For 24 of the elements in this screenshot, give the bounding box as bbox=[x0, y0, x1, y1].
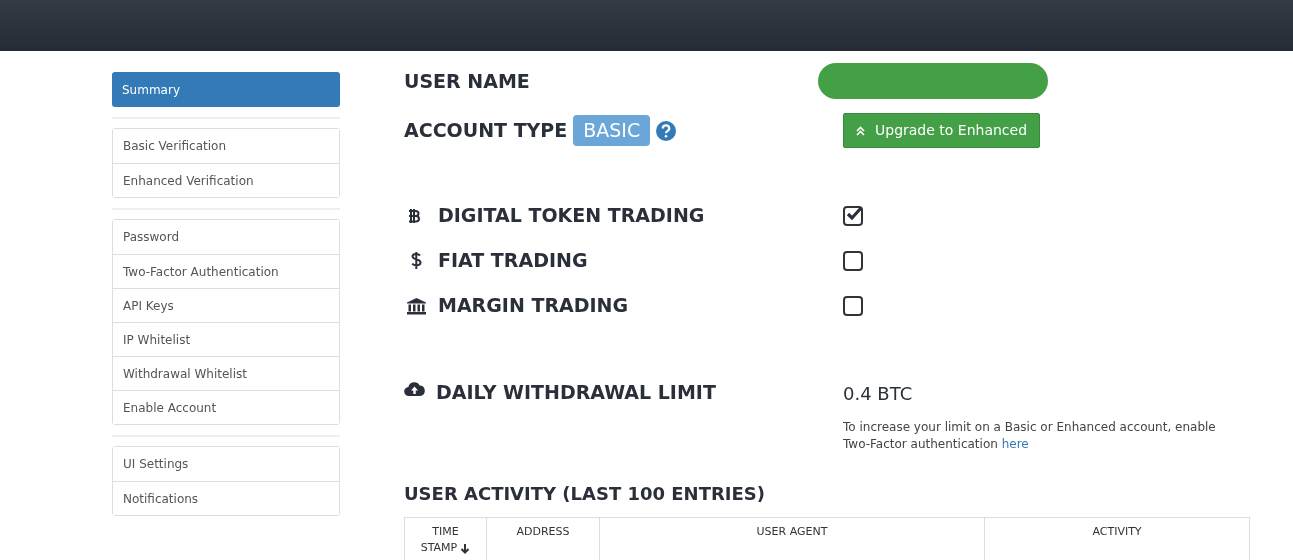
account-type-badge: BASIC bbox=[573, 115, 651, 146]
sidebar-item[interactable]: Summary bbox=[112, 72, 340, 107]
column-header[interactable]: ADDRESS bbox=[486, 517, 600, 560]
here-link[interactable]: here bbox=[1001, 437, 1029, 451]
permission-label: MARGIN TRADING bbox=[438, 293, 629, 319]
field-label: USER NAME bbox=[404, 69, 531, 93]
cloud-upload-icon bbox=[404, 380, 425, 397]
sidebar-item[interactable]: Enable Account bbox=[113, 390, 339, 424]
column-header[interactable]: USER AGENT bbox=[599, 517, 985, 560]
section-title: USER ACTIVITY (LAST 100 ENTRIES) bbox=[404, 483, 766, 505]
limit-value: 0.4 BTC bbox=[843, 382, 914, 406]
permission-label: FIAT TRADING bbox=[438, 248, 588, 274]
column-header[interactable]: TIME STAMP bbox=[404, 517, 487, 560]
bank-icon bbox=[406, 296, 427, 315]
permission-label: DIGITAL TOKEN TRADING bbox=[438, 203, 705, 229]
sidebar-item[interactable]: Notifications bbox=[113, 481, 339, 515]
help-icon bbox=[656, 120, 677, 141]
dollar-icon bbox=[410, 252, 422, 269]
column-header[interactable]: ACTIVITY bbox=[984, 517, 1250, 560]
field-label: DAILY WITHDRAWAL LIMIT bbox=[436, 380, 716, 405]
chevron-up-icon bbox=[856, 125, 865, 136]
field-label: ACCOUNT TYPE bbox=[404, 118, 568, 144]
sidebar-item[interactable]: Enhanced Verification bbox=[113, 163, 339, 197]
limit-note: To increase your limit on a Basic or Enhanced account, enable Two-Factor authentication here bbox=[843, 419, 1217, 453]
